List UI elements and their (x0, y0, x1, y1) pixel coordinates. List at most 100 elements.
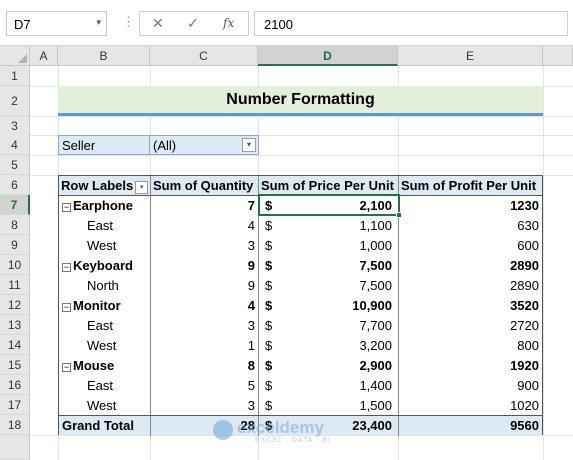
profit-cell[interactable]: 2890 (399, 276, 542, 296)
formula-input[interactable]: 2100 (254, 11, 568, 36)
header-row-labels[interactable]: Row Labels ▾ (59, 176, 151, 196)
quantity-cell[interactable]: 3 (151, 396, 259, 416)
price-cell[interactable]: $1,000 (259, 236, 399, 256)
row-header[interactable]: 11 (0, 275, 30, 295)
row-label[interactable]: East (59, 376, 151, 396)
profit-cell[interactable]: 9560 (399, 416, 542, 436)
enter-icon[interactable]: ✓ (187, 15, 199, 32)
cancel-icon[interactable]: ✕ (152, 15, 164, 32)
row-header[interactable]: 6 (0, 175, 30, 195)
price-cell[interactable]: $2,900 (259, 356, 399, 376)
header-profit[interactable]: Sum of Profit Per Unit (399, 176, 542, 196)
price-cell[interactable]: $1,500 (259, 396, 399, 416)
row-label[interactable]: North (59, 276, 151, 296)
price-cell[interactable]: $3,200 (259, 336, 399, 356)
quantity-cell[interactable]: 4 (151, 296, 259, 316)
quantity-cell[interactable]: 9 (151, 276, 259, 296)
profit-cell[interactable]: 1920 (399, 356, 542, 376)
profit-cell[interactable]: 900 (399, 376, 542, 396)
pivot-header-row: Row Labels ▾ Sum of Quantity Sum of Price… (59, 176, 542, 196)
collapse-icon[interactable]: − (62, 203, 71, 212)
row-header[interactable] (0, 435, 30, 460)
row-header[interactable]: 4 (0, 135, 30, 155)
row-header[interactable]: 2 (0, 86, 30, 116)
dropdown-icon[interactable]: ▾ (242, 138, 256, 152)
filter-value[interactable]: (All) ▾ (150, 135, 259, 155)
header-quantity[interactable]: Sum of Quantity (151, 176, 259, 196)
pivot-table: Row Labels ▾ Sum of Quantity Sum of Price… (58, 175, 543, 436)
price-cell[interactable]: $7,700 (259, 316, 399, 336)
quantity-cell[interactable]: 8 (151, 356, 259, 376)
profit-cell[interactable]: 800 (399, 336, 542, 356)
quantity-cell[interactable]: 9 (151, 256, 259, 276)
grand-total-label[interactable]: Grand Total (59, 416, 151, 436)
row-label[interactable]: − Monitor (59, 296, 151, 316)
profit-cell[interactable]: 2720 (399, 316, 542, 336)
price-cell[interactable]: $2,100 (259, 196, 399, 216)
row-header[interactable]: 7 (0, 195, 30, 215)
row-label[interactable]: − Earphone (59, 196, 151, 216)
row-header[interactable]: 16 (0, 375, 30, 395)
price-cell[interactable]: $1,100 (259, 216, 399, 236)
column-header-d[interactable]: D (258, 46, 398, 66)
quantity-cell[interactable]: 3 (151, 316, 259, 336)
row-label[interactable]: East (59, 316, 151, 336)
column-header-b[interactable]: B (58, 46, 150, 66)
row-header[interactable]: 5 (0, 155, 30, 175)
select-all-button[interactable] (0, 46, 30, 66)
row-header[interactable]: 17 (0, 395, 30, 415)
gridline (30, 155, 573, 156)
row-header[interactable]: 3 (0, 116, 30, 136)
price-cell[interactable]: $7,500 (259, 256, 399, 276)
gridline (30, 116, 573, 117)
insert-function-icon[interactable]: fx (223, 16, 234, 30)
chevron-down-icon[interactable]: ▾ (96, 17, 101, 28)
column-header-f[interactable] (543, 46, 573, 66)
row-header[interactable]: 18 (0, 415, 30, 435)
quantity-cell[interactable]: 3 (151, 236, 259, 256)
price-cell[interactable]: $10,900 (259, 296, 399, 316)
filter-dropdown-icon[interactable]: ▾ (135, 181, 149, 194)
pivot-group-row: − Earphone 7 $2,100 1230 (59, 196, 542, 216)
profit-cell[interactable]: 1230 (399, 196, 542, 216)
row-header[interactable]: 13 (0, 315, 30, 335)
gridline (543, 66, 544, 460)
column-header-a[interactable]: A (30, 46, 58, 66)
column-header-e[interactable]: E (398, 46, 543, 66)
collapse-icon[interactable]: − (62, 263, 71, 272)
profit-cell[interactable]: 3520 (399, 296, 542, 316)
quantity-cell[interactable]: 5 (151, 376, 259, 396)
row-label[interactable]: West (59, 396, 151, 416)
name-box[interactable]: D7 ▾ (6, 11, 107, 36)
profit-cell[interactable]: 2890 (399, 256, 542, 276)
price-cell[interactable]: $1,400 (259, 376, 399, 396)
row-header[interactable]: 14 (0, 335, 30, 355)
collapse-icon[interactable]: − (62, 363, 71, 372)
profit-cell[interactable]: 630 (399, 216, 542, 236)
pivot-item-row: East 3 $7,700 2720 (59, 316, 542, 336)
pivot-item-row: West 3 $1,000 600 (59, 236, 542, 256)
row-label[interactable]: East (59, 216, 151, 236)
watermark-brand: exceldemy (237, 418, 324, 437)
profit-cell[interactable]: 1020 (399, 396, 542, 416)
row-label[interactable]: West (59, 236, 151, 256)
row-header[interactable]: 1 (0, 66, 30, 86)
column-header-c[interactable]: C (150, 46, 258, 66)
row-header[interactable]: 15 (0, 355, 30, 375)
sheet-title[interactable]: Number Formatting (58, 86, 543, 116)
quantity-cell[interactable]: 4 (151, 216, 259, 236)
quantity-cell[interactable]: 1 (151, 336, 259, 356)
collapse-icon[interactable]: − (62, 303, 71, 312)
row-header[interactable]: 9 (0, 235, 30, 255)
row-header[interactable]: 12 (0, 295, 30, 315)
header-price[interactable]: Sum of Price Per Unit (259, 176, 399, 196)
row-header[interactable]: 10 (0, 255, 30, 275)
filter-label[interactable]: Seller (58, 135, 150, 155)
row-label[interactable]: West (59, 336, 151, 356)
row-label[interactable]: − Mouse (59, 356, 151, 376)
quantity-cell[interactable]: 7 (151, 196, 259, 216)
profit-cell[interactable]: 600 (399, 236, 542, 256)
row-header[interactable]: 8 (0, 215, 30, 235)
price-cell[interactable]: $7,500 (259, 276, 399, 296)
row-label[interactable]: − Keyboard (59, 256, 151, 276)
